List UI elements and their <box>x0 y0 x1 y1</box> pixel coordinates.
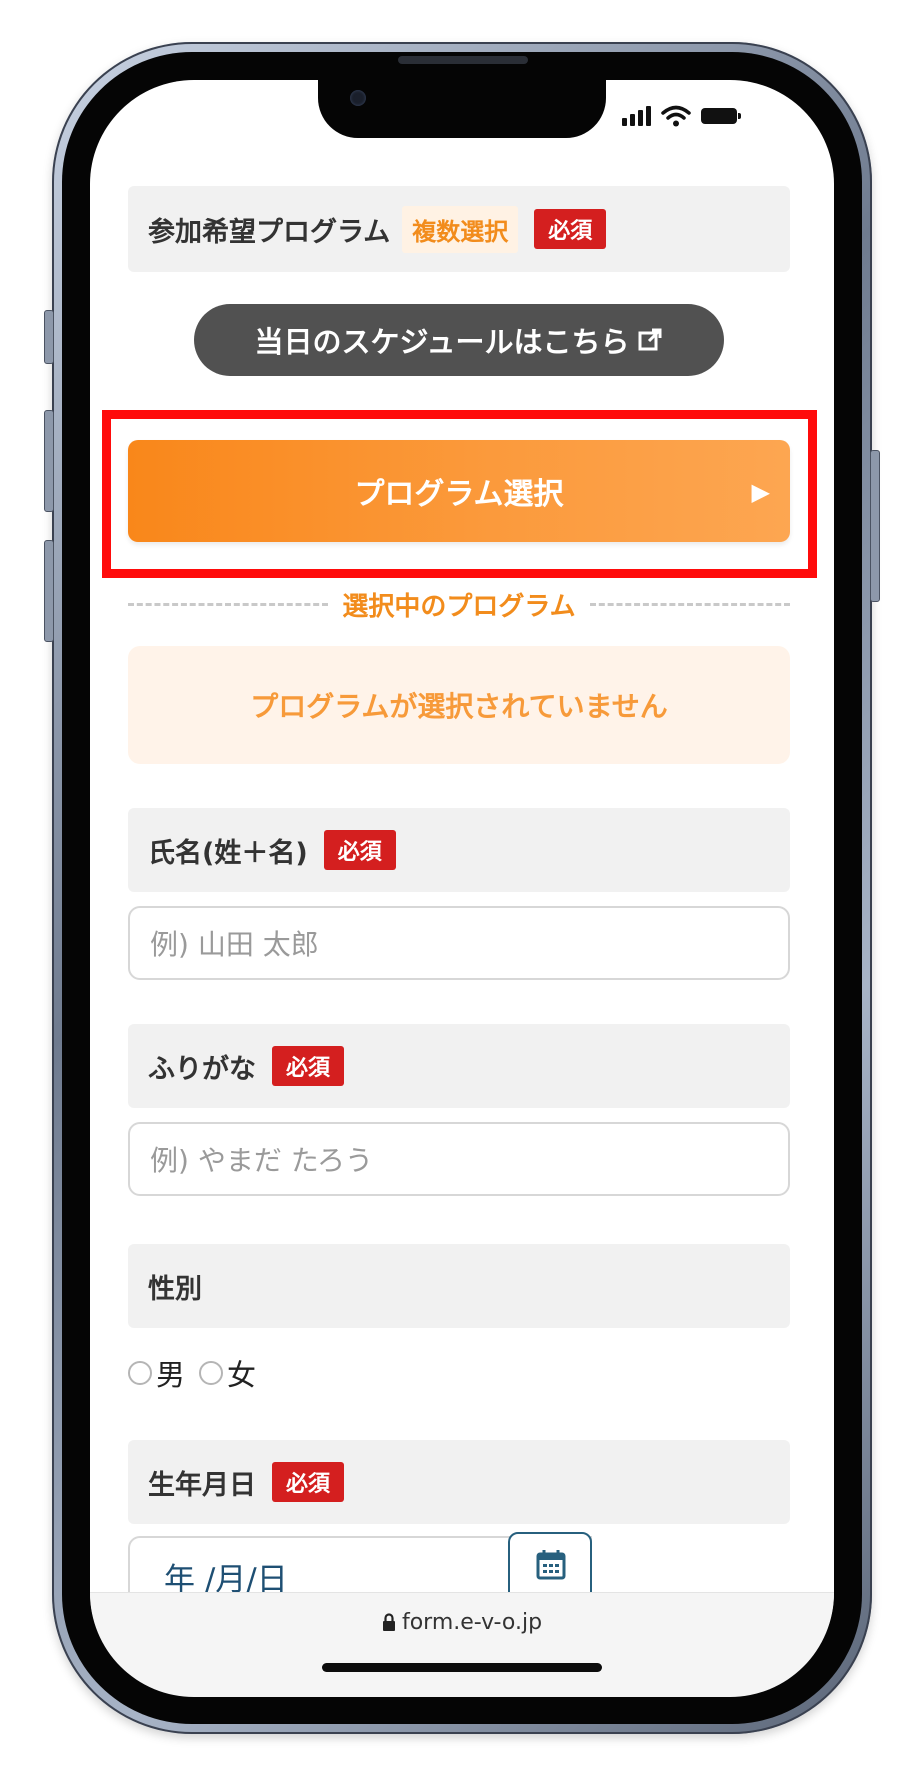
wifi-icon <box>661 105 691 127</box>
birthday-label-bar: 生年月日 必須 <box>128 1440 790 1524</box>
dashed-line-right <box>589 602 791 606</box>
front-camera-icon <box>350 90 366 106</box>
required-badge: 必須 <box>323 830 396 870</box>
no-program-message-box: プログラムが選択されていません <box>128 646 790 764</box>
no-program-message: プログラムが選択されていません <box>250 690 668 723</box>
external-link-icon <box>638 328 662 351</box>
cellular-signal-icon <box>622 106 651 126</box>
furigana-input[interactable]: 例) やまだ たろう <box>128 1122 790 1196</box>
url-bar[interactable]: form.e-v-o.jp <box>0 1610 924 1635</box>
notch <box>318 80 606 138</box>
schedule-link-button[interactable]: 当日のスケジュールはこちら <box>194 304 724 376</box>
status-bar <box>622 104 741 128</box>
furigana-label: ふりがな <box>148 1053 256 1085</box>
name-input[interactable]: 例) 山田 太郎 <box>128 906 790 980</box>
furigana-placeholder: 例) やまだ たろう <box>150 1144 374 1177</box>
radio-female-label[interactable]: 女 <box>227 1352 256 1394</box>
gender-radio-group: 男 女 <box>128 1352 256 1394</box>
name-placeholder: 例) 山田 太郎 <box>150 928 319 961</box>
birthday-label: 生年月日 <box>148 1469 256 1501</box>
required-badge: 必須 <box>534 209 607 249</box>
volume-down-button <box>44 540 54 642</box>
required-badge: 必須 <box>272 1046 345 1086</box>
power-button <box>870 450 880 602</box>
name-label: 氏名(姓＋名) <box>148 837 308 869</box>
home-indicator[interactable] <box>322 1663 602 1672</box>
name-label-bar: 氏名(姓＋名) 必須 <box>128 808 790 892</box>
program-label: 参加希望プログラム <box>148 216 391 248</box>
url-text: form.e-v-o.jp <box>401 1610 543 1635</box>
radio-male[interactable] <box>128 1361 152 1385</box>
radio-male-label[interactable]: 男 <box>156 1352 185 1394</box>
battery-icon <box>701 108 741 124</box>
gender-label-bar: 性別 <box>128 1244 790 1328</box>
selected-programs-divider: 選択中のプログラム <box>128 588 791 622</box>
volume-up-button <box>44 410 54 512</box>
browser-bottom-bar <box>90 1592 834 1697</box>
program-label-bar: 参加希望プログラム 複数選択 必須 <box>128 186 790 272</box>
dashed-line-left <box>128 602 329 606</box>
gender-label: 性別 <box>148 1273 202 1305</box>
multi-select-tag: 複数選択 <box>402 205 519 253</box>
schedule-button-label: 当日のスケジュールはこちら <box>254 325 630 359</box>
furigana-label-bar: ふりがな 必須 <box>128 1024 790 1108</box>
speaker-grille <box>398 56 528 64</box>
lock-icon <box>382 1613 395 1631</box>
required-badge: 必須 <box>272 1462 345 1502</box>
radio-female[interactable] <box>199 1361 224 1385</box>
mute-switch <box>44 310 54 364</box>
highlight-box <box>102 410 817 578</box>
selected-programs-title: 選択中のプログラム <box>342 591 576 622</box>
